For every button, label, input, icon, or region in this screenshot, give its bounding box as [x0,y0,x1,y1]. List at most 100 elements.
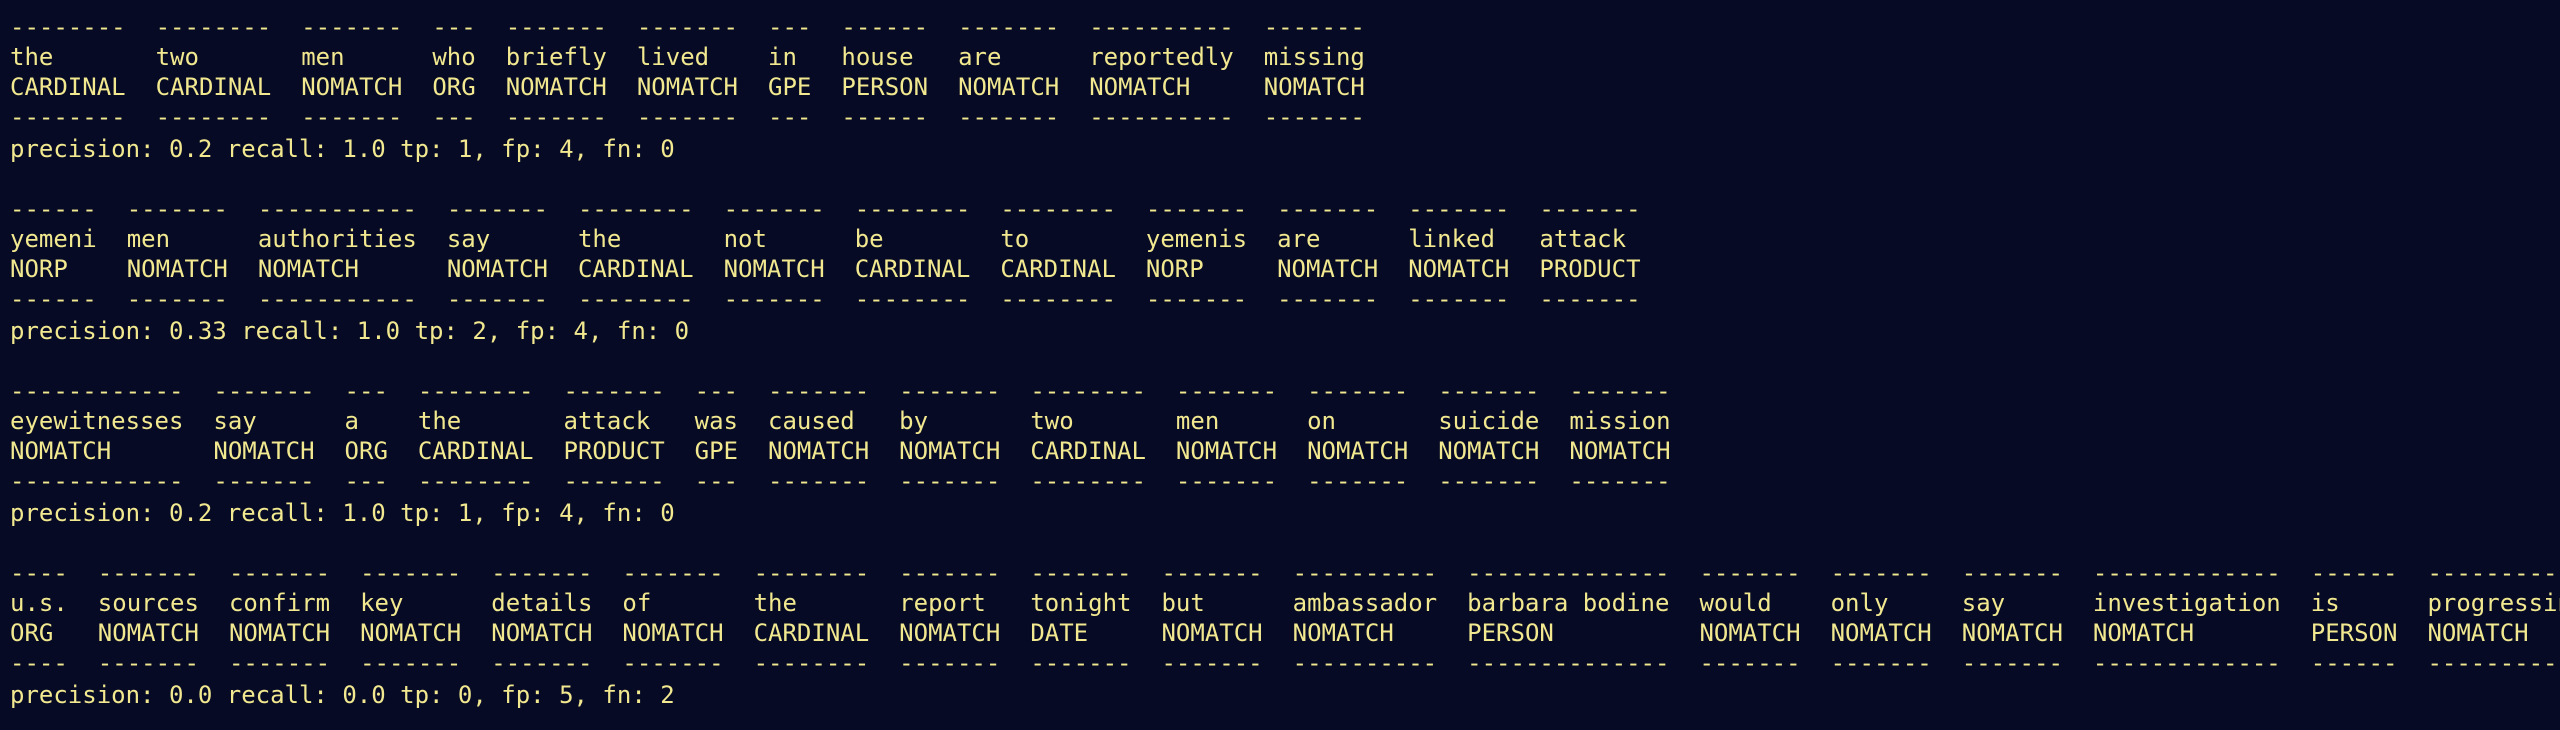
token-word: tonight [1030,589,1132,617]
separator-line-top: ------- [622,559,724,587]
token-label: NOMATCH [1438,437,1540,465]
token-column: ------- by NOMATCH ------- [899,376,1000,496]
token-column: --- a ORG --- [345,376,388,496]
token-column: ------- say NOMATCH ------- [1962,558,2063,678]
token-column: ------- not NOMATCH ------- [724,194,825,314]
token-word: are [1277,225,1321,253]
separator-line-top: ------- [1030,559,1132,587]
token-word: briefly [505,43,607,71]
token-label: NOMATCH [1175,437,1278,465]
token-label: PRODUCT [1539,255,1641,283]
token-label: CARDINAL [1030,437,1146,465]
token-label: CARDINAL [577,255,694,283]
separator-line-bottom: ------- [126,285,228,313]
token-label: NOMATCH [622,619,724,647]
separator-line-bottom: ------- [899,649,1001,677]
token-word: of [622,589,652,617]
token-label: CARDINAL [155,73,272,101]
separator-line-bottom: ------- [1307,467,1409,495]
separator-line-top: ------- [1699,559,1801,587]
separator-line-bottom: -------- [1030,467,1146,495]
separator-line-bottom: ------- [622,649,724,677]
token-word: but [1161,589,1205,617]
token-column: ------- attack PRODUCT ------- [1539,194,1640,314]
token-word: the [577,225,622,253]
separator-line-bottom: ------- [97,649,199,677]
terminal-output: -------- the CARDINAL -------- -------- two CA… [0,0,2560,730]
separator-line-bottom: ------ [10,285,97,313]
token-word: key [360,589,404,617]
separator-line-bottom: -------------- [1467,649,1670,677]
token-word: men [1175,407,1220,435]
token-column: ------- men NOMATCH ------- [301,12,402,132]
token-column: -------------- barbara bodine PERSON ------… [1467,558,1669,678]
separator-line-top: ------- [1539,195,1641,223]
separator-line-bottom: ------- [958,103,1060,131]
token-label: NOMATCH [491,619,593,647]
token-word: sources [97,589,199,617]
token-label: NOMATCH [505,73,607,101]
token-column: ------- are NOMATCH ------- [1277,194,1378,314]
separator-line-top: ------- [1569,377,1671,405]
token-column: ------- key NOMATCH ------- [360,558,461,678]
token-label: CARDINAL [417,437,534,465]
token-column: ------- say NOMATCH ------- [447,194,548,314]
separator-line-bottom: --- [694,467,739,495]
token-column: ------- men NOMATCH ------- [1176,376,1277,496]
token-word: is [2310,589,2340,617]
separator-line-bottom: -------- [417,467,534,495]
token-word: to [1000,225,1030,253]
ner-result-block: ------------ eyewitnesses NOMATCH ---------… [10,376,2550,528]
token-column: ----------- authorities NOMATCH ----------- [258,194,417,314]
separator-line-top: ---------- [1089,13,1234,41]
token-column: ------- only NOMATCH ------- [1831,558,1932,678]
token-word: who [432,43,476,71]
separator-line-bottom: ------- [636,103,739,131]
separator-line-top: ------- [505,13,607,41]
separator-line-bottom: ------- [505,103,607,131]
separator-line-top: ------- [899,377,1001,405]
token-column: ------- yemenis NORP ------- [1146,194,1247,314]
token-column: ------- attack PRODUCT ------- [564,376,665,496]
token-word: the [10,43,54,71]
separator-line-top: ------- [1307,377,1409,405]
separator-line-bottom: ------- [563,467,665,495]
token-label: NOMATCH [1307,437,1409,465]
token-label: NOMATCH [97,619,199,647]
separator-line-bottom: ----------- [2427,649,2560,677]
separator-line-top: ------------ [10,377,184,405]
token-word: barbara bodine [1467,589,1670,617]
token-column: ------- say NOMATCH ------- [213,376,314,496]
token-column: -------- the CARDINAL -------- [754,558,870,678]
separator-line-bottom: -------- [155,103,272,131]
token-word: say [446,225,491,253]
token-column: -------- two CARDINAL -------- [1030,376,1146,496]
separator-line-bottom: ------- [1438,467,1540,495]
token-word: reportedly [1089,43,1234,71]
token-column: ------- briefly NOMATCH ------- [506,12,607,132]
separator-line-top: ------- [491,559,593,587]
token-label: NOMATCH [301,73,403,101]
separator-line-top: ------- [958,13,1060,41]
token-table: ------ yemeni NORP ------ ------- men NOMATCH -… [10,194,2550,314]
separator-line-bottom: ------------- [2092,649,2281,677]
separator-line-top: ------- [126,195,228,223]
separator-line-bottom: ------- [1145,285,1248,313]
separator-line-bottom: ------- [1277,285,1379,313]
separator-line-bottom: ------ [2310,649,2398,677]
token-label: CARDINAL [10,73,126,101]
token-column: ------ is PERSON ------ [2311,558,2398,678]
token-label: NOMATCH [2092,619,2195,647]
separator-line-top: ------- [1961,559,2063,587]
token-column: ------- of NOMATCH ------- [622,558,723,678]
separator-line-top: ------ [841,13,929,41]
token-column: -----------progressingNOMATCH----------- [2427,558,2560,678]
separator-line-top: --- [768,13,812,41]
token-word: ambassador [1292,589,1438,617]
metrics-line: precision: 0.0 recall: 0.0 tp: 0, fp: 5,… [10,681,675,709]
separator-line-top: ------- [97,559,199,587]
token-word: men [301,43,345,71]
token-word: lived [636,43,710,71]
separator-line-top: ------- [768,377,870,405]
token-label: NOMATCH [636,73,739,101]
